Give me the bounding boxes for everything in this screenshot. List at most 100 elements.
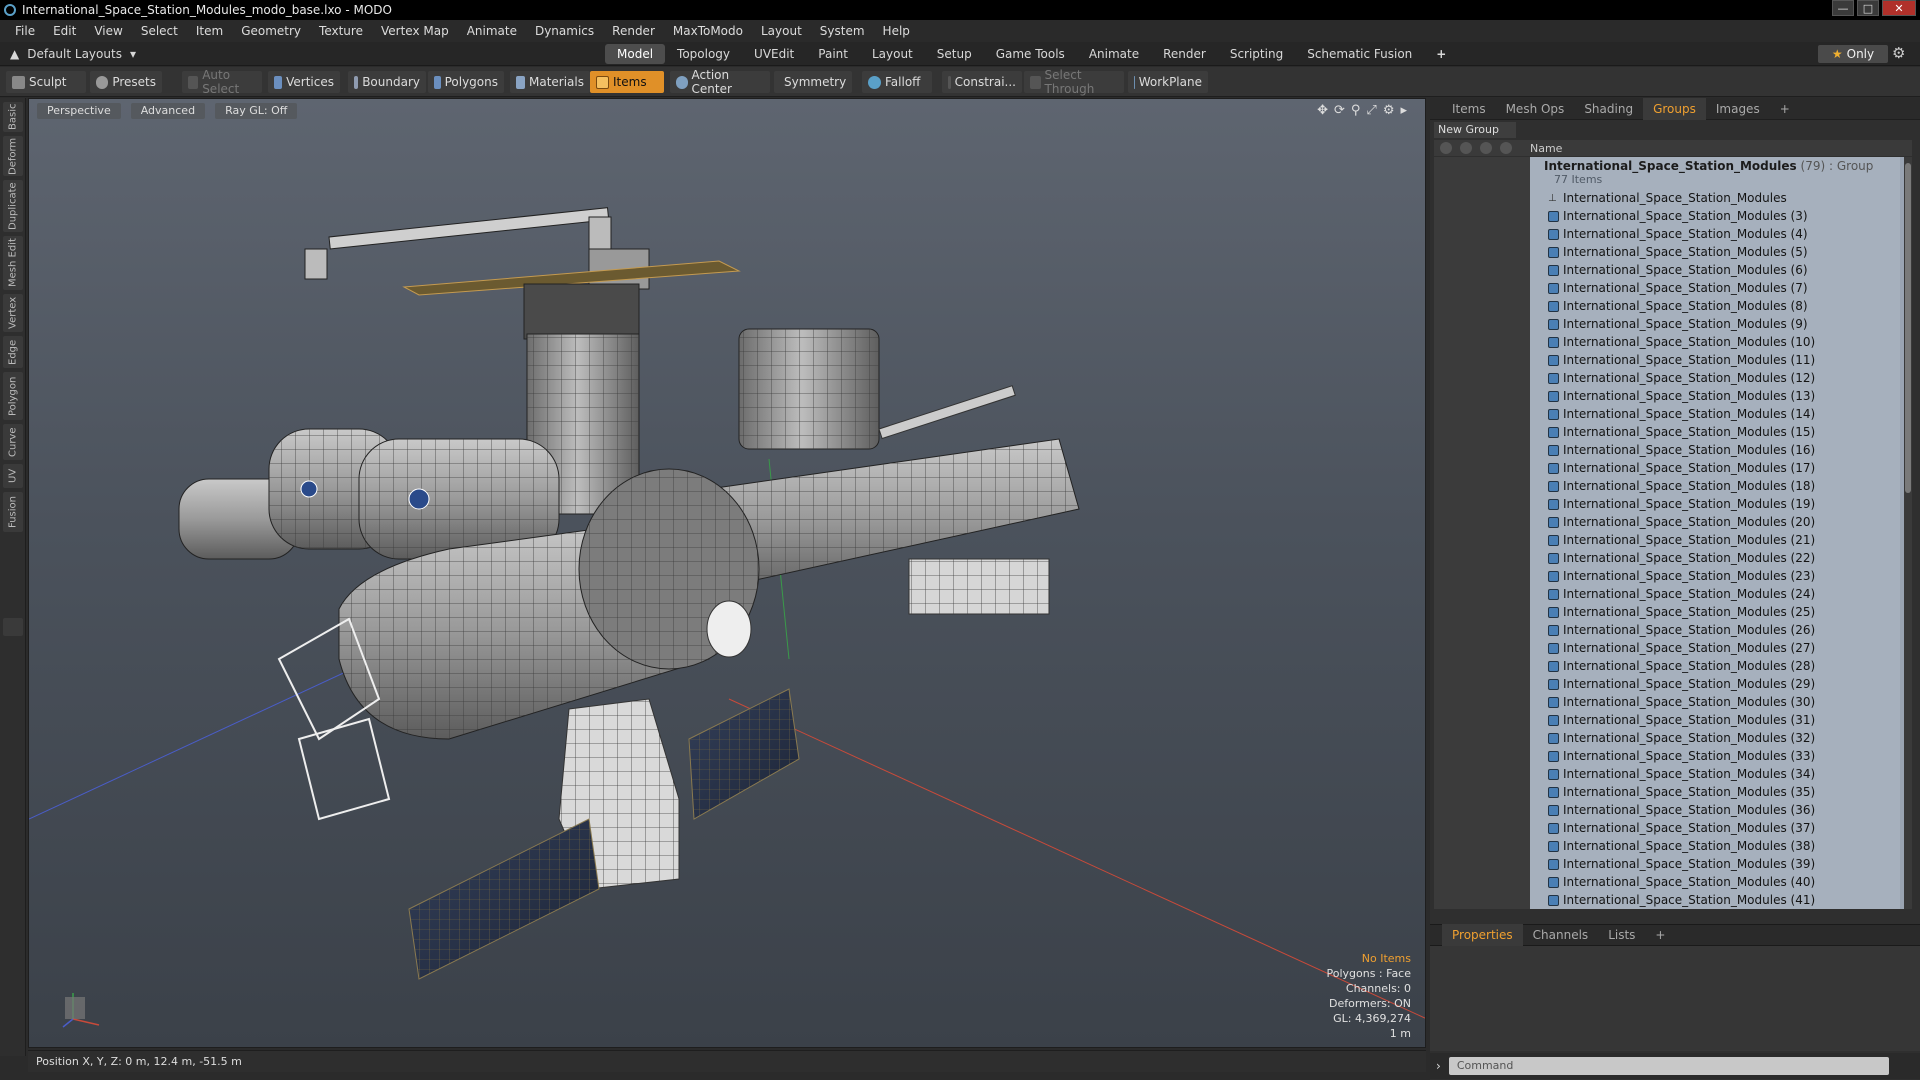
new-group-button[interactable]: New Group xyxy=(1434,122,1516,138)
name-column-header[interactable]: Name xyxy=(1530,142,1562,155)
list-item[interactable]: International_Space_Station_Modules (35) xyxy=(1530,783,1900,801)
sculpt-button[interactable]: Sculpt xyxy=(6,71,86,93)
minimize-button[interactable]: — xyxy=(1832,0,1854,16)
menu-help[interactable]: Help xyxy=(874,20,919,42)
tab-shading[interactable]: Shading xyxy=(1574,98,1643,120)
list-scrollbar[interactable] xyxy=(1904,157,1912,909)
list-item[interactable]: International_Space_Station_Modules (14) xyxy=(1530,405,1900,423)
gear-icon[interactable]: ⚙ xyxy=(1892,44,1905,62)
vtab-edge[interactable]: Edge xyxy=(3,336,23,368)
boundary-button[interactable]: Boundary xyxy=(348,71,426,93)
constraints-button[interactable]: Constrai... xyxy=(942,71,1022,93)
lock-icon[interactable] xyxy=(1480,142,1492,154)
tab-items[interactable]: Items xyxy=(1442,98,1496,120)
tab-layout[interactable]: Layout xyxy=(860,44,925,64)
tab-model[interactable]: Model xyxy=(605,44,666,64)
tab-images[interactable]: Images xyxy=(1706,98,1770,120)
select-through-button[interactable]: Select Through xyxy=(1024,68,1124,96)
list-item[interactable]: International_Space_Station_Modules (41) xyxy=(1530,891,1900,909)
tab-setup[interactable]: Setup xyxy=(925,44,984,64)
list-item[interactable]: International_Space_Station_Modules (22) xyxy=(1530,549,1900,567)
tab-render[interactable]: Render xyxy=(1151,44,1218,64)
menu-layout[interactable]: Layout xyxy=(752,20,811,42)
falloff-button[interactable]: Falloff xyxy=(862,71,932,93)
list-item[interactable]: International_Space_Station_Modules (19) xyxy=(1530,495,1900,513)
tab-lists[interactable]: Lists xyxy=(1598,924,1645,946)
tab-channels[interactable]: Channels xyxy=(1523,924,1599,946)
tab-properties[interactable]: Properties xyxy=(1442,924,1523,946)
list-item[interactable]: International_Space_Station_Modules (25) xyxy=(1530,603,1900,621)
menu-render[interactable]: Render xyxy=(603,20,664,42)
menu-system[interactable]: System xyxy=(811,20,874,42)
vtab-curve[interactable]: Curve xyxy=(3,424,23,460)
menu-select[interactable]: Select xyxy=(132,20,187,42)
list-item[interactable]: International_Space_Station_Modules (38) xyxy=(1530,837,1900,855)
tab-scripting[interactable]: Scripting xyxy=(1218,44,1295,64)
vtab-polygon[interactable]: Polygon xyxy=(3,372,23,420)
menu-vertex-map[interactable]: Vertex Map xyxy=(372,20,458,42)
add-panel-tab-icon[interactable]: + xyxy=(1770,98,1800,120)
tab-uvedit[interactable]: UVEdit xyxy=(742,44,806,64)
vtab-basic[interactable]: Basic xyxy=(3,102,23,132)
menu-edit[interactable]: Edit xyxy=(44,20,85,42)
list-item[interactable]: International_Space_Station_Modules (13) xyxy=(1530,387,1900,405)
menu-maxtomodo[interactable]: MaxToModo xyxy=(664,20,752,42)
default-layouts-dropdown[interactable]: ▲ Default Layouts ▾ xyxy=(10,45,136,63)
presets-button[interactable]: Presets xyxy=(90,71,162,93)
list-item[interactable]: International_Space_Station_Modules (9) xyxy=(1530,315,1900,333)
menu-dynamics[interactable]: Dynamics xyxy=(526,20,603,42)
vertices-button[interactable]: Vertices xyxy=(268,71,340,93)
vtab-deform[interactable]: Deform xyxy=(3,136,23,176)
tab-topology[interactable]: Topology xyxy=(665,44,742,64)
menu-file[interactable]: File xyxy=(6,20,44,42)
list-item[interactable]: International_Space_Station_Modules (10) xyxy=(1530,333,1900,351)
command-input[interactable]: Command xyxy=(1448,1057,1889,1075)
list-item[interactable]: International_Space_Station_Modules (18) xyxy=(1530,477,1900,495)
action-center-button[interactable]: Action Center xyxy=(670,68,770,96)
list-item[interactable]: International_Space_Station_Modules (20) xyxy=(1530,513,1900,531)
list-item[interactable]: International_Space_Station_Modules (33) xyxy=(1530,747,1900,765)
eye-icon[interactable] xyxy=(1440,142,1452,154)
list-item[interactable]: International_Space_Station_Modules (4) xyxy=(1530,225,1900,243)
list-item[interactable]: International_Space_Station_Modules (5) xyxy=(1530,243,1900,261)
list-item[interactable]: International_Space_Station_Modules (27) xyxy=(1530,639,1900,657)
add-prop-tab-icon[interactable]: + xyxy=(1645,924,1675,946)
menu-animate[interactable]: Animate xyxy=(458,20,526,42)
items-button[interactable]: Items xyxy=(590,71,664,93)
tab-game-tools[interactable]: Game Tools xyxy=(984,44,1077,64)
close-button[interactable]: ✕ xyxy=(1882,0,1916,16)
tab-mesh-ops[interactable]: Mesh Ops xyxy=(1496,98,1575,120)
list-item[interactable]: International_Space_Station_Modules (26) xyxy=(1530,621,1900,639)
group-row[interactable]: International_Space_Station_Modules (79)… xyxy=(1530,157,1900,189)
tab-paint[interactable]: Paint xyxy=(806,44,860,64)
menu-item[interactable]: Item xyxy=(187,20,232,42)
polygons-button[interactable]: Polygons xyxy=(428,71,504,93)
vtab-mesh-edit[interactable]: Mesh Edit xyxy=(3,236,23,290)
list-item[interactable]: International_Space_Station_Modules (15) xyxy=(1530,423,1900,441)
list-item[interactable]: International_Space_Station_Modules (24) xyxy=(1530,585,1900,603)
expand-toggle-icon[interactable] xyxy=(3,618,23,636)
list-item[interactable]: International_Space_Station_Modules (32) xyxy=(1530,729,1900,747)
vtab-fusion[interactable]: Fusion xyxy=(3,492,23,532)
list-item[interactable]: International_Space_Station_Modules (17) xyxy=(1530,459,1900,477)
select-icon[interactable] xyxy=(1500,142,1512,154)
list-item[interactable]: International_Space_Station_Modules (16) xyxy=(1530,441,1900,459)
vtab-uv[interactable]: UV xyxy=(3,464,23,488)
render-icon[interactable] xyxy=(1460,142,1472,154)
list-item[interactable]: International_Space_Station_Modules (6) xyxy=(1530,261,1900,279)
list-item[interactable]: International_Space_Station_Modules (36) xyxy=(1530,801,1900,819)
add-tab-icon[interactable]: + xyxy=(1424,44,1458,64)
list-item[interactable]: International_Space_Station_Modules (37) xyxy=(1530,819,1900,837)
list-item[interactable]: International_Space_Station_Modules (28) xyxy=(1530,657,1900,675)
menu-view[interactable]: View xyxy=(85,20,131,42)
vtab-duplicate[interactable]: Duplicate xyxy=(3,180,23,232)
list-item[interactable]: International_Space_Station_Modules (30) xyxy=(1530,693,1900,711)
only-button[interactable]: ★ Only xyxy=(1818,45,1888,63)
list-item[interactable]: International_Space_Station_Modules (23) xyxy=(1530,567,1900,585)
symmetry-button[interactable]: Symmetry xyxy=(774,71,852,93)
menu-geometry[interactable]: Geometry xyxy=(232,20,310,42)
list-item[interactable]: International_Space_Station_Modules (21) xyxy=(1530,531,1900,549)
list-item[interactable]: International_Space_Station_Modules (40) xyxy=(1530,873,1900,891)
tab-animate[interactable]: Animate xyxy=(1077,44,1151,64)
list-item[interactable]: International_Space_Station_Modules (8) xyxy=(1530,297,1900,315)
